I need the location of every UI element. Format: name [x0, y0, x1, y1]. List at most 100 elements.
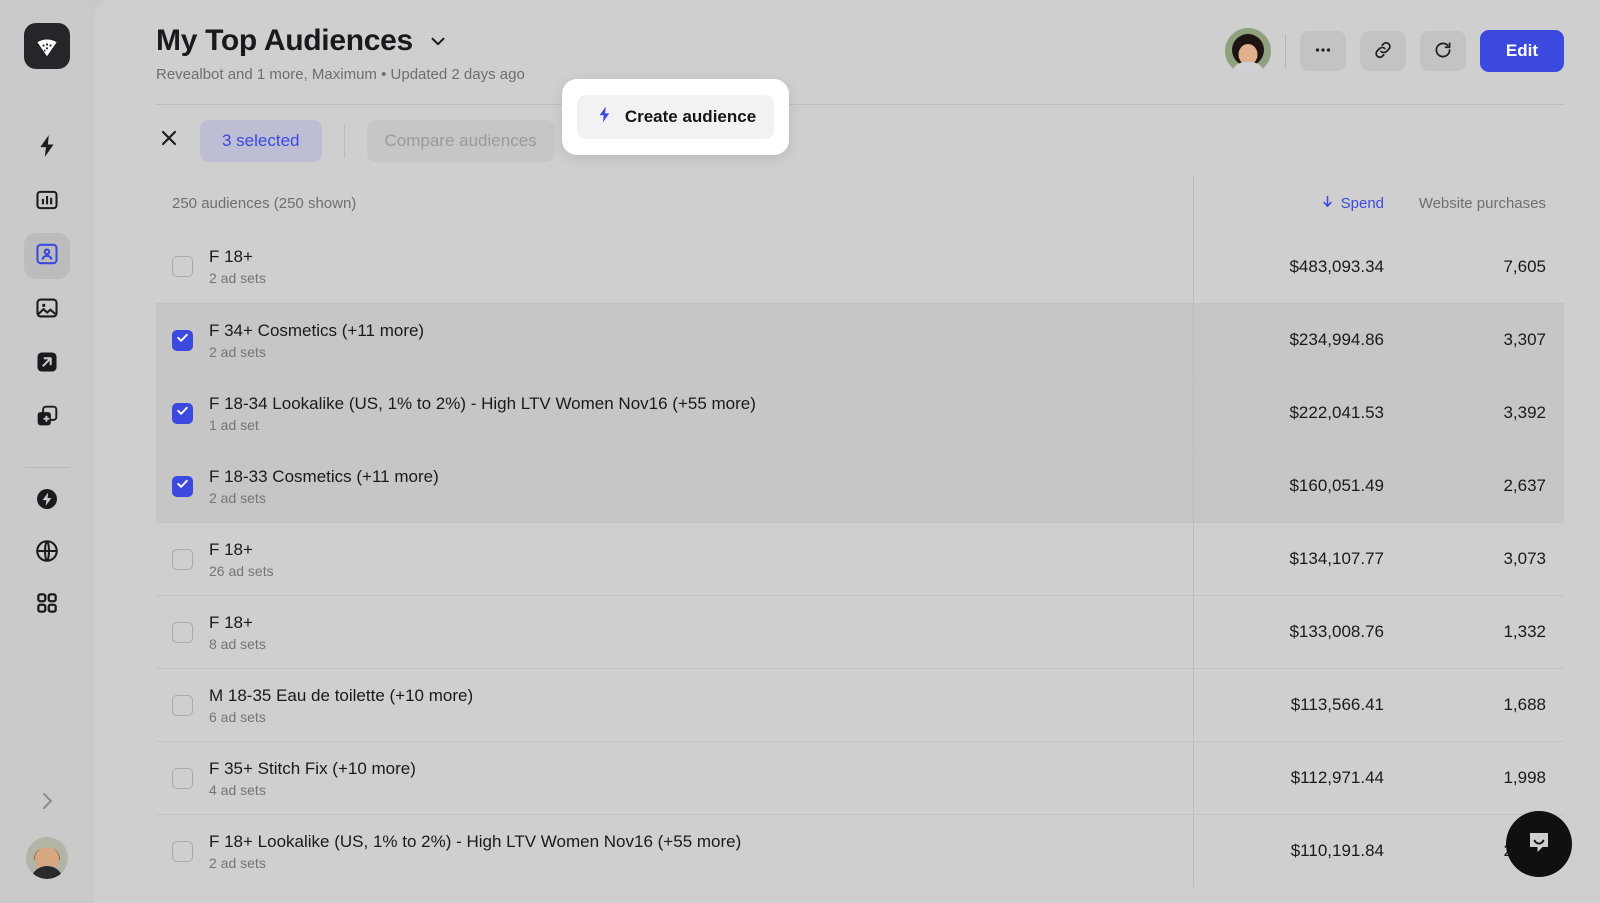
table-row[interactable]: F 18+ 26 ad sets $134,107.77 3,073 [156, 522, 1564, 595]
row-main-cell: F 18-33 Cosmetics (+11 more) 2 ad sets [156, 450, 1193, 522]
bolt-circle-icon [34, 486, 60, 517]
cell-spend: $112,971.44 [1290, 768, 1384, 787]
audience-name: F 35+ Stitch Fix (+10 more) [209, 758, 416, 778]
close-selection-button[interactable] [156, 128, 182, 154]
row-checkbox[interactable] [172, 256, 193, 277]
sort-descending-arrow-icon [1320, 194, 1335, 213]
column-header-website-purchases[interactable]: Website purchases [1394, 176, 1564, 230]
row-metrics: $222,041.53 3,392 [1193, 377, 1564, 449]
sidebar-nav-primary [24, 125, 70, 441]
table-header-row: 250 audiences (250 shown) Spend Website … [156, 176, 1564, 230]
sidebar-item-apps[interactable] [24, 582, 70, 628]
grid-apps-icon [34, 590, 60, 621]
row-main-cell: M 18-35 Eau de toilette (+10 more) 6 ad s… [156, 669, 1193, 741]
table-body: F 18+ 2 ad sets $483,093.34 7,605 F 34+ Cosm… [94, 230, 1600, 887]
link-icon [1372, 39, 1394, 64]
more-options-button[interactable] [1299, 31, 1346, 71]
column-header-spend[interactable]: Spend [1194, 176, 1394, 230]
row-text: F 18+ 8 ad sets [209, 613, 266, 652]
sidebar-item-automation[interactable] [24, 125, 70, 171]
create-audience-button[interactable]: Create audience [576, 95, 775, 139]
sidebar-expand-button[interactable] [25, 781, 69, 825]
globe-icon [34, 538, 60, 569]
cell-website-purchases: 3,073 [1503, 549, 1546, 568]
audience-name: F 18+ [209, 612, 253, 632]
cell-website-purchases: 7,605 [1503, 256, 1546, 276]
audiences-table: 250 audiences (250 shown) Spend Website … [94, 176, 1600, 887]
sidebar-item-library[interactable] [24, 395, 70, 441]
cell-website-purchases: 3,392 [1503, 403, 1546, 422]
sidebar-nav-secondary [24, 478, 70, 628]
sidebar-item-audiences[interactable] [24, 233, 70, 279]
audience-name: F 18-34 Lookalike (US, 1% to 2%) - High … [209, 393, 756, 413]
chevron-right-icon [35, 789, 59, 818]
header-actions: Edit [1224, 28, 1564, 74]
row-main-cell: F 18-34 Lookalike (US, 1% to 2%) - High … [156, 377, 1193, 449]
intercom-chat-icon [1523, 826, 1555, 863]
row-checkbox[interactable] [172, 475, 193, 497]
intercom-chat-button[interactable] [1506, 811, 1572, 877]
sidebar-item-integrations[interactable] [24, 530, 70, 576]
row-checkbox[interactable] [172, 402, 193, 424]
table-row[interactable]: F 18+ Lookalike (US, 1% to 2%) - High LT… [156, 814, 1564, 887]
sidebar-item-quick-actions[interactable] [24, 478, 70, 524]
audience-name: M 18-35 Eau de toilette (+10 more) [209, 685, 474, 705]
ad-set-count: 8 ad sets [209, 635, 266, 652]
refresh-button[interactable] [1419, 31, 1466, 71]
row-checkbox[interactable] [172, 548, 193, 570]
row-checkbox[interactable] [172, 694, 193, 716]
row-checkbox[interactable] [172, 767, 193, 789]
selected-count-pill[interactable]: 3 selected [200, 119, 322, 162]
more-horizontal-icon [1312, 39, 1334, 64]
table-row[interactable]: F 18+ 2 ad sets $483,093.34 7,605 [156, 230, 1564, 303]
create-audience-label: Create audience [624, 107, 757, 126]
main-panel: My Top Audiences Revealbot and 1 more, M… [94, 0, 1600, 903]
ad-set-count: 4 ad sets [209, 781, 266, 798]
row-checkbox[interactable] [172, 621, 193, 643]
ad-set-count: 26 ad sets [209, 562, 274, 579]
ad-set-count: 2 ad sets [209, 854, 266, 871]
page-title: My Top Audiences [156, 24, 413, 57]
share-link-button[interactable] [1359, 31, 1406, 71]
row-text: F 18+ Lookalike (US, 1% to 2%) - High LT… [209, 832, 741, 871]
audience-name: F 34+ Cosmetics (+11 more) [209, 320, 425, 340]
audience-name: F 18-33 Cosmetics (+11 more) [209, 466, 439, 486]
edit-button[interactable]: Edit [1479, 30, 1564, 72]
refresh-icon [1432, 39, 1454, 64]
row-metrics: $133,008.76 1,332 [1193, 596, 1564, 668]
row-checkbox[interactable] [172, 840, 193, 862]
table-row[interactable]: F 18-34 Lookalike (US, 1% to 2%) - High … [156, 376, 1564, 449]
audience-name: F 18+ Lookalike (US, 1% to 2%) - High LT… [209, 831, 742, 851]
row-text: F 34+ Cosmetics (+11 more) 2 ad sets [209, 321, 424, 360]
compare-audiences-button[interactable]: Compare audiences [366, 119, 555, 162]
table-row[interactable]: F 35+ Stitch Fix (+10 more) 4 ad sets $112… [156, 741, 1564, 814]
row-main-cell: F 35+ Stitch Fix (+10 more) 4 ad sets [156, 742, 1193, 814]
row-main-cell: F 18+ 8 ad sets [156, 596, 1193, 668]
sidebar-user-avatar[interactable] [26, 837, 68, 879]
table-row[interactable]: F 34+ Cosmetics (+11 more) 2 ad sets $234,… [156, 303, 1564, 376]
cell-website-purchases: 3,307 [1503, 330, 1546, 349]
sidebar [0, 0, 94, 903]
cell-spend: $222,041.53 [1289, 403, 1384, 422]
table-row[interactable]: F 18-33 Cosmetics (+11 more) 2 ad sets $16… [156, 449, 1564, 522]
checkmark-icon [175, 403, 190, 423]
selection-toolbar: 3 selected Compare audiences Create audi… [156, 79, 1564, 176]
revealbot-logo-icon[interactable] [24, 23, 70, 69]
sidebar-item-reports[interactable] [24, 179, 70, 225]
collaborator-avatar[interactable] [1224, 28, 1271, 74]
row-main-cell: F 18+ 2 ad sets [156, 230, 1193, 303]
table-row[interactable]: F 18+ 8 ad sets $133,008.76 1,332 [156, 595, 1564, 668]
row-text: F 18-34 Lookalike (US, 1% to 2%) - High … [209, 394, 756, 433]
sidebar-divider [25, 467, 69, 468]
sidebar-item-creatives[interactable] [24, 287, 70, 333]
row-text: F 18+ 2 ad sets [209, 247, 266, 286]
sidebar-item-launch[interactable] [24, 341, 70, 387]
ad-set-count: 2 ad sets [209, 270, 266, 286]
table-row[interactable]: M 18-35 Eau de toilette (+10 more) 6 ad s… [156, 668, 1564, 741]
app-root: My Top Audiences Revealbot and 1 more, M… [0, 0, 1600, 903]
row-checkbox[interactable] [172, 329, 193, 351]
chevron-down-icon[interactable] [427, 30, 449, 52]
cell-spend: $134,107.77 [1289, 549, 1384, 568]
cell-spend: $160,051.49 [1289, 476, 1384, 495]
row-metrics: $134,107.77 3,073 [1193, 523, 1564, 595]
